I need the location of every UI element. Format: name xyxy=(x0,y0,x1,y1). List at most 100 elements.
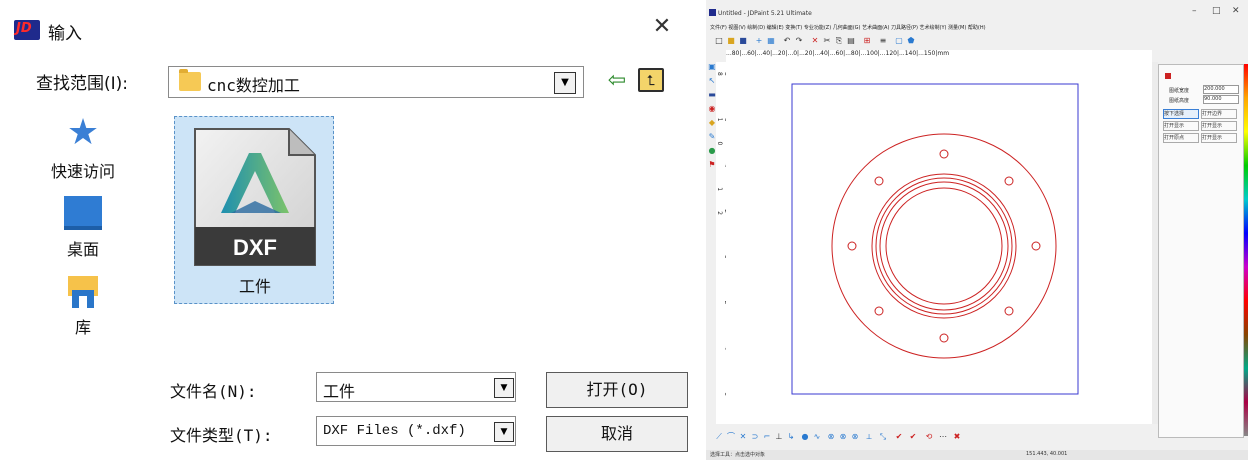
file-type-select[interactable]: DXF Files (*.dxf) xyxy=(316,416,516,446)
close-icon[interactable]: ✕ xyxy=(1232,6,1240,16)
open-icon[interactable]: ■ xyxy=(726,36,736,46)
minimize-icon[interactable]: – xyxy=(1192,6,1197,16)
snap-icon[interactable]: + xyxy=(754,36,764,46)
save-icon[interactable]: ■ xyxy=(738,36,748,46)
place-library[interactable]: 库 xyxy=(28,274,138,338)
folder-icon xyxy=(179,69,201,91)
arc-tool-icon[interactable]: ⌒ xyxy=(726,432,736,442)
file-name-label: 工件 xyxy=(238,277,271,296)
panel-button[interactable]: 打开显示 xyxy=(1201,121,1237,131)
file-name-value: 工件 xyxy=(323,382,356,401)
panel-row-input[interactable]: 200.000 xyxy=(1203,85,1239,94)
place-label: 桌面 xyxy=(66,240,99,259)
zoom-icon[interactable]: ≡ xyxy=(878,36,888,46)
bolt-hole xyxy=(1004,306,1014,316)
open-file-dialog: JD 输入 ✕ 查找范围(I): cnc数控加工 ▼ ⇦ ⮤ ★ 快速访问 桌面… xyxy=(0,0,707,460)
curve-tool-icon[interactable]: ∿ xyxy=(812,432,822,442)
delete-tool-icon[interactable]: ✖ xyxy=(952,432,962,442)
bolt-hole xyxy=(1004,176,1014,186)
desktop-icon xyxy=(64,196,102,230)
split-tool-icon[interactable]: ⊗ xyxy=(838,432,848,442)
panel-button[interactable]: 打开显示 xyxy=(1163,121,1199,131)
back-arrow-icon[interactable]: ⇦ xyxy=(604,68,630,94)
perp-tool-icon[interactable]: ⊥ xyxy=(774,432,784,442)
place-quick-access[interactable]: ★ 快速访问 xyxy=(28,114,138,182)
panel-row-input[interactable]: 90.000 xyxy=(1203,95,1239,104)
offset-tool-icon[interactable]: ↳ xyxy=(786,432,796,442)
ring-circle-1 xyxy=(871,173,1017,319)
line-tool-icon[interactable]: ⟋ xyxy=(714,432,724,442)
status-text: 选择工具：点击选中对象 xyxy=(710,452,766,458)
bolt-hole xyxy=(874,306,884,316)
chevron-down-icon[interactable]: ▼ xyxy=(494,378,514,398)
panel-button[interactable]: 打开原点 xyxy=(1163,133,1199,143)
cancel-button[interactable]: 取消 xyxy=(546,416,688,452)
extend-tool-icon[interactable]: ⊃ xyxy=(750,432,760,442)
node-edit-icon[interactable]: ● xyxy=(800,432,810,442)
file-item-dxf[interactable]: DXF 工件 xyxy=(174,116,334,304)
grid-icon[interactable]: ⊞ xyxy=(862,36,872,46)
panel-row-label: 图纸高度 xyxy=(1169,98,1190,104)
shield-icon[interactable]: ⬟ xyxy=(906,36,916,46)
view-icon[interactable]: ▢ xyxy=(894,36,904,46)
maximize-icon[interactable]: □ xyxy=(1212,6,1221,16)
marker2-tool-icon[interactable]: ✔ xyxy=(908,432,918,442)
window-title: Untitled - JDPaint 5.21 Ultimate xyxy=(718,10,812,17)
open-button[interactable]: 打开(O) xyxy=(546,372,688,408)
panel-button[interactable]: 打开显示 xyxy=(1201,133,1237,143)
up-folder-icon[interactable]: ⮤ xyxy=(638,68,664,92)
menu-bar[interactable]: 文件(F) 视图(V) 绘制(D) 编辑(E) 变换(T) 专业功能(Z) 几何… xyxy=(710,24,986,31)
ring-circle-2 xyxy=(875,177,1013,315)
flange-drawing xyxy=(831,133,1057,359)
app-logo-icon: JD xyxy=(14,20,40,40)
array-tool-icon[interactable]: ⋯ xyxy=(938,432,948,442)
page-frame xyxy=(791,83,1079,395)
look-in-label: 查找范围(I): xyxy=(36,74,129,94)
scale-tool-icon[interactable]: ⤡ xyxy=(878,432,888,442)
panel-icon xyxy=(1165,73,1171,79)
copy-icon[interactable]: ⎘ xyxy=(834,36,844,46)
redo-icon[interactable]: ↷ xyxy=(794,36,804,46)
fillet-tool-icon[interactable]: ⌐ xyxy=(762,432,772,442)
dialog-title-bar: JD 输入 ✕ xyxy=(0,0,706,56)
cut-icon[interactable]: ✂ xyxy=(822,36,832,46)
merge-tool-icon[interactable]: ⊗ xyxy=(850,432,860,442)
panel-row-label: 图纸宽度 xyxy=(1169,88,1190,94)
main-toolbar: □ ■ ■ + ▦ ↶ ↷ ✕ ✂ ⎘ ▤ ⊞ ≡ ▢ ⬟ xyxy=(710,36,1010,50)
drawing-canvas[interactable] xyxy=(726,62,1152,424)
rotate-tool-icon[interactable]: ⟲ xyxy=(924,432,934,442)
join-tool-icon[interactable]: ⊗ xyxy=(826,432,836,442)
library-icon xyxy=(68,274,98,308)
paste-icon[interactable]: ▤ xyxy=(846,36,856,46)
file-name-field-label: 文件名(N): xyxy=(170,382,257,401)
file-type-label: 文件类型(T): xyxy=(170,426,273,445)
place-label: 库 xyxy=(74,318,91,337)
select-icon[interactable]: ▦ xyxy=(766,36,776,46)
panel-button[interactable]: 打开边界 xyxy=(1201,109,1237,119)
marker-tool-icon[interactable]: ✔ xyxy=(894,432,904,442)
cursor-coordinates: 151.443, 40.001 xyxy=(1026,451,1068,457)
place-desktop[interactable]: 桌面 xyxy=(28,194,138,260)
mirror-tool-icon[interactable]: ⟂ xyxy=(864,432,874,442)
look-in-value: cnc数控加工 xyxy=(207,76,300,95)
chevron-down-icon[interactable]: ▼ xyxy=(554,72,576,94)
undo-icon[interactable]: ↶ xyxy=(782,36,792,46)
dxf-file-icon: DXF xyxy=(194,128,316,266)
chevron-down-icon[interactable]: ▼ xyxy=(494,422,514,442)
bolt-hole xyxy=(939,333,949,343)
color-palette[interactable] xyxy=(1244,64,1248,436)
new-icon[interactable]: □ xyxy=(714,36,724,46)
bolt-hole xyxy=(847,241,857,251)
file-name-input[interactable]: 工件 xyxy=(316,372,516,402)
close-icon[interactable]: ✕ xyxy=(650,16,674,40)
cad-drawing xyxy=(791,83,1079,395)
trim-tool-icon[interactable]: ✕ xyxy=(738,432,748,442)
bolt-hole xyxy=(1031,241,1041,251)
properties-panel: 图纸宽度 200.000 图纸高度 90.000 按下选择 打开边界 打开显示 … xyxy=(1158,64,1244,438)
dialog-title: 输入 xyxy=(48,24,82,44)
delete-icon[interactable]: ✕ xyxy=(810,36,820,46)
logo-text: JD xyxy=(16,21,32,36)
outer-circle xyxy=(831,133,1057,359)
look-in-combo[interactable]: cnc数控加工 xyxy=(168,66,584,98)
panel-button[interactable]: 按下选择 xyxy=(1163,109,1199,119)
